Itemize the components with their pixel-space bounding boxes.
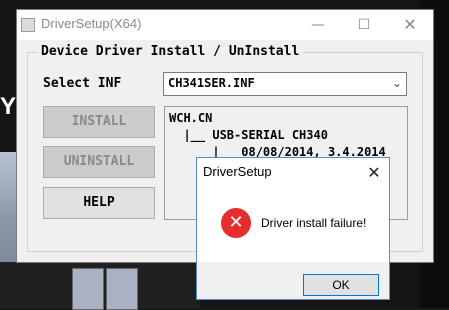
background-thumbnail: [106, 268, 138, 310]
chevron-down-icon[interactable]: ⌄: [392, 76, 402, 90]
app-icon: [21, 18, 35, 32]
error-dialog: DriverSetup ✕ ✕ Driver install failure! …: [196, 157, 390, 300]
ok-button[interactable]: OK: [303, 274, 379, 296]
dialog-body: ✕ Driver install failure!: [197, 188, 389, 262]
maximize-button[interactable]: ☐: [341, 10, 387, 40]
group-label: Device Driver Install / UnInstall: [37, 44, 304, 59]
minimize-button[interactable]: —: [295, 10, 341, 40]
dialog-titlebar[interactable]: DriverSetup ✕: [197, 158, 389, 188]
dialog-close-button[interactable]: ✕: [359, 158, 389, 188]
window-title: DriverSetup(X64): [41, 16, 142, 31]
inf-dropdown[interactable]: CH341SER.INF ⌄: [163, 72, 407, 96]
window-titlebar[interactable]: DriverSetup(X64) — ☐ ✕: [17, 10, 433, 40]
help-button[interactable]: HELP: [43, 187, 155, 219]
dialog-message: Driver install failure!: [261, 216, 367, 230]
error-icon: ✕: [221, 208, 251, 238]
background-thumbnail: [72, 268, 104, 310]
inf-dropdown-value: CH341SER.INF: [168, 76, 255, 90]
dialog-title: DriverSetup: [203, 164, 272, 179]
install-button[interactable]: INSTALL: [43, 106, 155, 138]
tree-device: |__ USB-SERIAL CH340: [169, 128, 328, 142]
close-button[interactable]: ✕: [387, 10, 433, 40]
uninstall-button[interactable]: UNINSTALL: [43, 146, 155, 178]
tree-vendor: WCH.CN: [169, 111, 213, 125]
select-inf-label: Select INF: [43, 76, 122, 91]
